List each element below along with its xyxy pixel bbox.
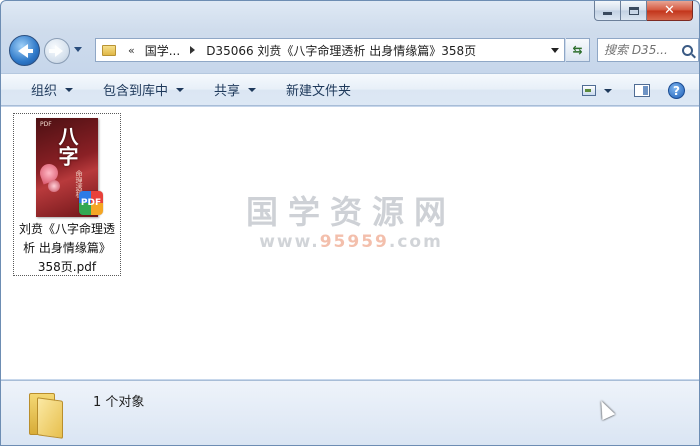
close-icon: ✕	[664, 3, 675, 18]
file-item-pdf[interactable]: PDF 八字 命理透析 PDF 刘贲《八字命理透 析 出身情缘篇》 358页.p…	[13, 113, 121, 276]
organize-menu[interactable]: 组织	[21, 73, 83, 106]
search-icon[interactable]	[682, 44, 693, 56]
folder-icon	[102, 44, 116, 56]
navigation-bar: « 国学... D35066 刘贲《八字命理透析 出身情缘篇》358页 ⇆	[7, 33, 699, 67]
mouse-cursor-icon	[594, 397, 616, 421]
file-name-label: 刘贲《八字命理透 析 出身情缘篇》 358页.pdf	[14, 220, 120, 277]
minimize-icon	[603, 12, 612, 15]
lotus-bud-icon	[48, 180, 60, 192]
breadcrumb-overflow[interactable]: «	[122, 44, 141, 57]
change-view-icon[interactable]	[582, 85, 596, 96]
preview-pane-icon[interactable]	[634, 84, 650, 97]
caption-buttons: ✕	[594, 1, 693, 22]
folder-icon	[29, 389, 65, 439]
command-bar: 组织 包含到库中 共享 新建文件夹 ?	[1, 73, 699, 106]
breadcrumb-item-guoxue[interactable]: 国学...	[141, 42, 184, 59]
chevron-down-icon	[248, 87, 257, 92]
breadcrumb-chevron-icon[interactable]	[190, 46, 196, 54]
new-folder-button[interactable]: 新建文件夹	[276, 73, 361, 106]
maximize-button[interactable]	[621, 1, 647, 21]
recent-pages-dropdown[interactable]	[74, 47, 82, 52]
watermark-url-accent: 95959	[319, 232, 389, 252]
details-pane: 1 个对象	[1, 380, 699, 445]
thumbnail-top-text: PDF	[40, 121, 52, 128]
back-arrow-icon	[17, 43, 33, 58]
breadcrumb-item-current[interactable]: D35066 刘贲《八字命理透析 出身情缘篇》358页	[202, 42, 480, 59]
file-name-line: 析 出身情缘篇》	[23, 241, 111, 255]
help-icon[interactable]: ?	[668, 82, 685, 99]
maximize-icon	[628, 6, 639, 15]
organize-label: 组织	[31, 84, 58, 99]
forward-button[interactable]	[44, 38, 70, 64]
watermark-url-suffix: .com	[388, 232, 443, 252]
refresh-button[interactable]: ⇆	[566, 38, 590, 62]
search-box[interactable]	[597, 38, 699, 62]
view-options-dropdown[interactable]	[604, 88, 612, 93]
minimize-button[interactable]	[594, 1, 621, 21]
folder-front	[37, 397, 63, 439]
watermark-title: 国学资源网	[245, 193, 456, 231]
file-name-line: 358页.pdf	[37, 260, 97, 274]
toolbar-right-group: ?	[582, 74, 685, 107]
file-name-line: 刘贲《八字命理透	[18, 222, 115, 236]
close-button[interactable]: ✕	[647, 1, 693, 21]
file-list[interactable]: PDF 八字 命理透析 PDF 刘贲《八字命理透 析 出身情缘篇》 358页.p…	[1, 107, 699, 379]
refresh-icon: ⇆	[572, 43, 583, 57]
explorer-window: ✕ « 国学... D35066 刘贲《八字命理透析 出身情缘篇》358页 ⇆	[0, 0, 700, 446]
forward-arrow-icon	[49, 45, 63, 57]
watermark-url-prefix: www.	[259, 232, 320, 252]
thumbnail-title: 八字	[55, 126, 79, 166]
watermark: 国学资源网 www.95959.com	[241, 193, 461, 253]
watermark-url: www.95959.com	[241, 231, 461, 253]
include-in-library-label: 包含到库中	[103, 84, 169, 99]
item-count: 1 个对象	[93, 395, 145, 410]
address-dropdown-icon[interactable]	[551, 48, 559, 53]
chevron-down-icon	[176, 87, 185, 92]
share-menu[interactable]: 共享	[204, 73, 266, 106]
address-bar[interactable]: « 国学... D35066 刘贲《八字命理透析 出身情缘篇》358页	[95, 38, 565, 62]
search-input[interactable]	[604, 43, 680, 57]
chevron-down-icon	[65, 87, 74, 92]
share-label: 共享	[214, 84, 241, 99]
pdf-file-icon: PDF	[79, 191, 103, 215]
include-in-library-menu[interactable]: 包含到库中	[93, 73, 194, 106]
new-folder-label: 新建文件夹	[286, 84, 352, 99]
back-button[interactable]	[9, 35, 40, 66]
